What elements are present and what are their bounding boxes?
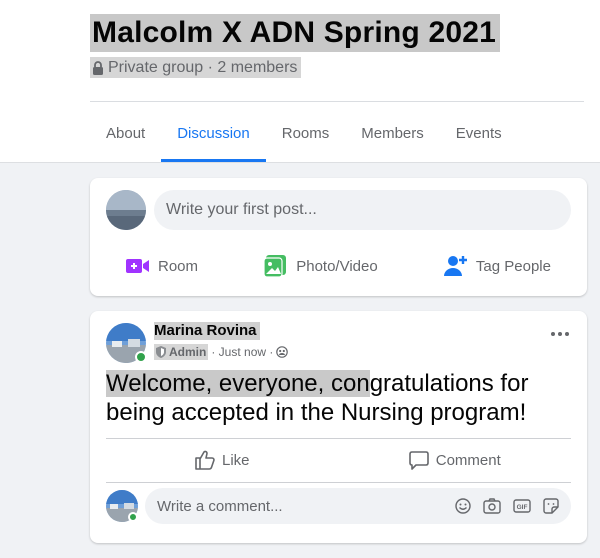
post-options-button[interactable] bbox=[551, 329, 571, 339]
like-button[interactable]: Like bbox=[106, 442, 339, 478]
video-room-icon bbox=[126, 259, 149, 273]
comment-label: Comment bbox=[435, 451, 501, 469]
tab-members[interactable]: Members bbox=[345, 104, 440, 162]
post-author[interactable]: Marina Rovina bbox=[154, 322, 260, 340]
online-status-dot bbox=[128, 512, 138, 522]
emoji-icon[interactable] bbox=[455, 498, 471, 514]
like-icon bbox=[195, 450, 215, 470]
post-divider bbox=[106, 438, 571, 439]
svg-text:GIF: GIF bbox=[517, 504, 528, 511]
tab-discussion[interactable]: Discussion bbox=[161, 104, 266, 162]
like-label: Like bbox=[221, 451, 250, 469]
tag-people-icon bbox=[443, 256, 467, 276]
post-card: Marina Rovina Admin · Just now · Welcome… bbox=[90, 311, 587, 543]
comment-tools: GIF bbox=[455, 498, 559, 514]
tag-people-button[interactable]: Tag People bbox=[424, 246, 571, 286]
photo-icon bbox=[264, 255, 287, 277]
tag-people-label: Tag People bbox=[475, 257, 551, 275]
group-meta-text: Private group · 2 members bbox=[108, 58, 298, 76]
post-text-highlighted: Welcome, everyone, con bbox=[106, 370, 370, 397]
tab-rooms[interactable]: Rooms bbox=[266, 104, 346, 162]
group-meta: Private group · 2 members bbox=[90, 57, 302, 78]
post-divider bbox=[106, 482, 571, 483]
shield-icon bbox=[156, 346, 166, 358]
group-audience-icon bbox=[276, 346, 289, 358]
more-dot bbox=[551, 332, 555, 336]
admin-label: Admin bbox=[169, 345, 207, 359]
header-divider bbox=[90, 101, 584, 102]
avatar[interactable] bbox=[106, 190, 146, 230]
comment-input-placeholder: Write a comment... bbox=[157, 497, 283, 515]
post-input[interactable]: Write your first post... bbox=[154, 190, 571, 230]
post-meta: Admin · Just now · bbox=[154, 344, 289, 360]
gif-icon[interactable]: GIF bbox=[513, 498, 531, 514]
online-status-dot bbox=[135, 351, 147, 363]
more-dot bbox=[558, 332, 562, 336]
composer-actions: Room Photo/Video Tag People bbox=[106, 246, 571, 286]
more-dot bbox=[565, 332, 569, 336]
tab-events[interactable]: Events bbox=[440, 104, 518, 162]
room-button[interactable]: Room bbox=[106, 246, 218, 286]
group-tabs: About Discussion Rooms Members Events bbox=[90, 104, 518, 162]
group-header: Malcolm X ADN Spring 2021 Private group … bbox=[0, 0, 600, 163]
admin-badge: Admin bbox=[154, 344, 209, 360]
post-text: Welcome, everyone, congratulations for b… bbox=[106, 369, 566, 427]
post-actions: Like Comment bbox=[106, 442, 571, 478]
camera-icon[interactable] bbox=[483, 498, 501, 514]
photo-video-label: Photo/Video bbox=[296, 257, 378, 275]
comment-icon bbox=[408, 450, 429, 470]
comment-button[interactable]: Comment bbox=[339, 442, 572, 478]
post-time[interactable]: · Just now · bbox=[211, 345, 273, 359]
comment-input[interactable]: Write a comment... GIF bbox=[145, 488, 571, 524]
room-label: Room bbox=[158, 257, 199, 275]
lock-icon bbox=[93, 60, 103, 75]
photo-video-button[interactable]: Photo/Video bbox=[244, 246, 397, 286]
sticker-icon[interactable] bbox=[543, 498, 559, 514]
tab-about[interactable]: About bbox=[90, 104, 161, 162]
group-title: Malcolm X ADN Spring 2021 bbox=[90, 14, 500, 52]
post-input-placeholder: Write your first post... bbox=[166, 201, 317, 218]
post-composer: Write your first post... Room Photo/Vide… bbox=[90, 178, 587, 296]
avatar-image bbox=[106, 190, 146, 230]
